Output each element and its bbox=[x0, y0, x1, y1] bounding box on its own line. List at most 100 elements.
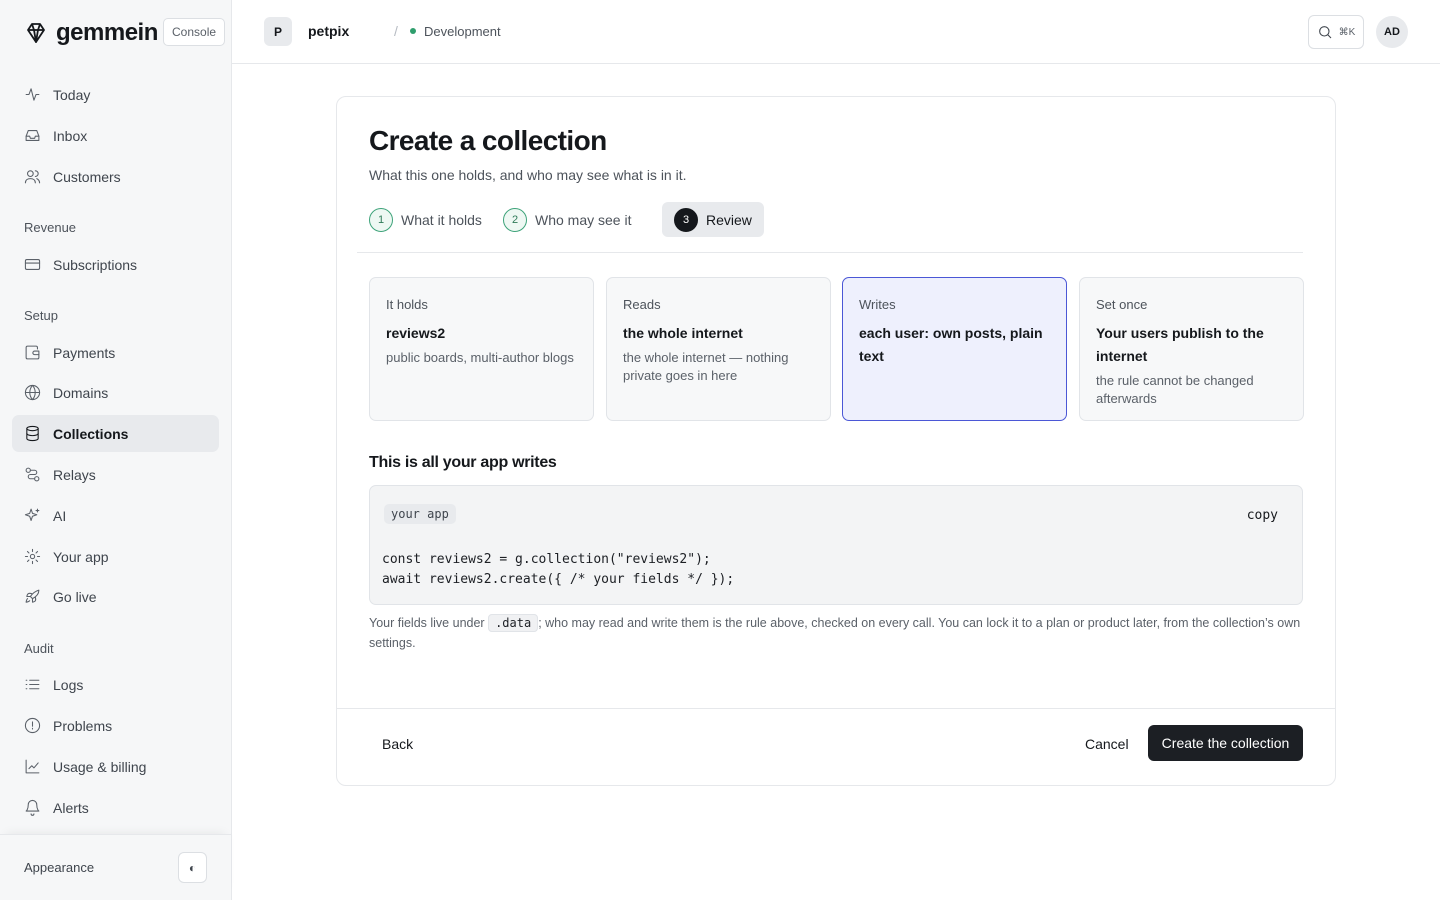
sidebar-item-label: Problems bbox=[53, 717, 113, 734]
summary-value: Your users publish to the internet bbox=[1096, 325, 1264, 364]
app-name: gemmein bbox=[56, 19, 158, 46]
section-label-setup: Setup bbox=[24, 308, 58, 323]
code-block: your app copy const reviews2 = g.collect… bbox=[369, 485, 1303, 605]
sidebar-item-label: Go live bbox=[53, 588, 97, 605]
sidebar-item-alerts[interactable]: Alerts bbox=[12, 789, 219, 826]
globe-icon bbox=[24, 384, 41, 401]
summary-value: the whole internet bbox=[623, 325, 743, 341]
sidebar-item-relays[interactable]: Relays bbox=[12, 456, 219, 493]
credit-card-icon bbox=[24, 259, 41, 270]
page-title: Create a collection bbox=[369, 125, 607, 156]
theme-toggle-button[interactable]: ◐ bbox=[178, 852, 207, 883]
step-label: Review bbox=[706, 211, 752, 228]
sidebar-item-customers[interactable]: Customers bbox=[12, 158, 219, 195]
sidebar-item-go-live[interactable]: Go live bbox=[12, 578, 219, 615]
cancel-button[interactable]: Cancel bbox=[1072, 726, 1142, 761]
bell-icon bbox=[25, 799, 40, 816]
sidebar-item-today[interactable]: Today bbox=[12, 76, 219, 113]
sidebar-item-payments[interactable]: Payments bbox=[12, 334, 219, 371]
breadcrumb-separator: / bbox=[394, 23, 398, 39]
stepper: 1 What it holds 2 Who may see it 3 Revie… bbox=[357, 202, 1303, 253]
step-number: 2 bbox=[503, 207, 527, 232]
chart-icon bbox=[25, 759, 40, 774]
rocket-icon bbox=[25, 589, 40, 603]
project-avatar[interactable]: P bbox=[264, 17, 292, 46]
sidebar-item-label: Subscriptions bbox=[53, 256, 138, 273]
sidebar-item-subscriptions[interactable]: Subscriptions bbox=[12, 246, 219, 283]
summary-card-set-once: Set once Your users publish to the inter… bbox=[1079, 277, 1304, 421]
inbox-icon bbox=[25, 130, 40, 141]
search-shortcut: ⌘K bbox=[1338, 26, 1356, 38]
sidebar-item-logs[interactable]: Logs bbox=[12, 666, 219, 703]
step-who-may-see-it[interactable]: 2 Who may see it bbox=[491, 202, 643, 237]
user-avatar[interactable]: AD bbox=[1376, 16, 1408, 48]
inline-code: .data bbox=[488, 614, 539, 632]
sidebar-item-label: AI bbox=[53, 507, 67, 524]
create-collection-card: Create a collection What this one holds,… bbox=[336, 96, 1336, 786]
sidebar: gemmein Console Today Inbox Customers Re… bbox=[0, 0, 232, 900]
summary-card-writes: Writes each user: own posts, plain text bbox=[842, 277, 1067, 421]
sidebar-item-label: Usage & billing bbox=[53, 758, 147, 775]
summary-note: the whole internet — nothing private goe… bbox=[623, 350, 789, 383]
step-what-it-holds[interactable]: 1 What it holds bbox=[357, 202, 494, 237]
database-icon bbox=[26, 425, 39, 442]
sidebar-item-label: Customers bbox=[53, 168, 121, 185]
gear-icon bbox=[24, 548, 41, 565]
contrast-icon: ◐ bbox=[188, 860, 197, 875]
step-number: 1 bbox=[369, 207, 393, 232]
summary-label: Reads bbox=[623, 297, 661, 312]
list-icon bbox=[25, 679, 40, 690]
environment-name[interactable]: Development bbox=[424, 24, 501, 39]
step-review[interactable]: 3 Review bbox=[662, 202, 764, 237]
step-label: What it holds bbox=[401, 211, 482, 228]
create-collection-button[interactable]: Create the collection bbox=[1148, 725, 1303, 761]
users-icon bbox=[24, 170, 41, 184]
appearance-label: Appearance bbox=[24, 860, 95, 875]
page-subtitle: What this one holds, and who may see wha… bbox=[369, 167, 687, 183]
sidebar-item-label: Logs bbox=[53, 676, 84, 693]
topbar: P petpix / Development ⌘K AD bbox=[232, 0, 1440, 64]
sidebar-item-label: Relays bbox=[53, 466, 96, 483]
summary-label: Set once bbox=[1096, 297, 1148, 312]
route-icon bbox=[25, 467, 40, 482]
summary-label: It holds bbox=[386, 297, 428, 312]
sidebar-item-label: Your app bbox=[53, 548, 109, 565]
card-footer: Back Cancel Create the collection bbox=[337, 708, 1335, 786]
section-label-revenue: Revenue bbox=[24, 220, 77, 235]
sidebar-item-label: Inbox bbox=[53, 127, 88, 144]
console-badge[interactable]: Console bbox=[163, 18, 226, 46]
code-line: await reviews2.create({ /* your fields *… bbox=[382, 572, 735, 587]
summary-label: Writes bbox=[859, 297, 896, 312]
search-button[interactable]: ⌘K bbox=[1308, 15, 1364, 49]
summary-note: the rule cannot be changed afterwards bbox=[1096, 373, 1254, 406]
back-button[interactable]: Back bbox=[369, 726, 426, 761]
sidebar-item-ai[interactable]: AI bbox=[12, 497, 219, 534]
sidebar-item-domains[interactable]: Domains bbox=[12, 374, 219, 411]
sparkles-icon bbox=[24, 508, 40, 521]
environment-status-dot bbox=[410, 28, 416, 34]
section-label-audit: Audit bbox=[24, 641, 54, 656]
sidebar-item-your-app[interactable]: Your app bbox=[12, 538, 219, 575]
sidebar-item-problems[interactable]: Problems bbox=[12, 707, 219, 744]
activity-icon bbox=[25, 88, 40, 101]
gem-icon bbox=[27, 23, 45, 43]
copy-button[interactable]: copy bbox=[1247, 508, 1278, 523]
sidebar-item-inbox[interactable]: Inbox bbox=[12, 117, 219, 154]
sidebar-item-label: Alerts bbox=[53, 799, 89, 816]
code-line: const reviews2 = g.collection("reviews2"… bbox=[382, 552, 711, 567]
summary-value: each user: own posts, plain text bbox=[859, 325, 1043, 364]
sidebar-item-label: Collections bbox=[53, 425, 129, 442]
search-icon bbox=[1318, 26, 1332, 39]
alert-circle-icon bbox=[24, 717, 41, 734]
project-name[interactable]: petpix bbox=[308, 23, 349, 39]
sidebar-item-collections[interactable]: Collections bbox=[12, 415, 219, 452]
brand-logo[interactable]: gemmein bbox=[24, 18, 158, 48]
step-label: Who may see it bbox=[535, 211, 632, 228]
sidebar-item-usage-billing[interactable]: Usage & billing bbox=[12, 748, 219, 785]
code-tag: your app bbox=[384, 504, 456, 524]
sidebar-item-label: Domains bbox=[53, 384, 109, 401]
summary-card-holds: It holds reviews2 public boards, multi-a… bbox=[369, 277, 594, 421]
sidebar-item-label: Payments bbox=[53, 344, 116, 361]
sidebar-item-label: Today bbox=[53, 86, 91, 103]
code-note: Your fields live under .data; who may re… bbox=[369, 613, 1305, 653]
